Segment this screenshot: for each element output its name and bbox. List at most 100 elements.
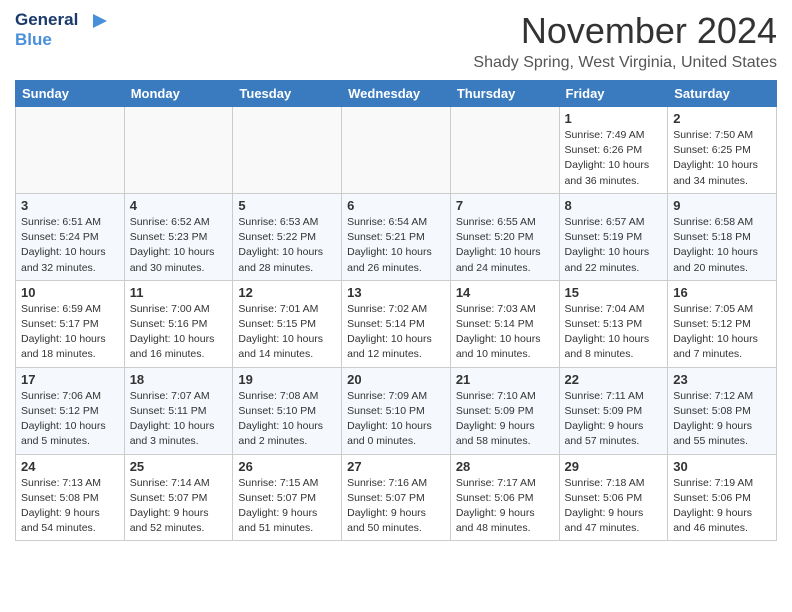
day-info: Sunrise: 7:00 AM Sunset: 5:16 PM Dayligh… — [130, 302, 228, 363]
calendar-day: 22 Sunrise: 7:11 AM Sunset: 5:09 PM Dayli… — [559, 367, 668, 454]
weekday-header-row: SundayMondayTuesdayWednesdayThursdayFrid… — [16, 81, 777, 107]
day-info: Sunrise: 7:01 AM Sunset: 5:15 PM Dayligh… — [238, 302, 336, 363]
day-number: 28 — [456, 459, 554, 474]
calendar-day: 17 Sunrise: 7:06 AM Sunset: 5:12 PM Dayli… — [16, 367, 125, 454]
day-number: 16 — [673, 285, 771, 300]
logo-line2: Blue — [15, 30, 107, 50]
day-number: 17 — [21, 372, 119, 387]
day-number: 27 — [347, 459, 445, 474]
logo: General Blue — [15, 10, 107, 51]
day-info: Sunrise: 7:02 AM Sunset: 5:14 PM Dayligh… — [347, 302, 445, 363]
calendar-day: 8Sunrise: 6:57 AM Sunset: 5:19 PM Daylig… — [559, 193, 668, 280]
day-number: 24 — [21, 459, 119, 474]
calendar-day: 20Sunrise: 7:09 AM Sunset: 5:10 PM Dayli… — [342, 367, 451, 454]
day-info: Sunrise: 6:55 AM Sunset: 5:20 PM Dayligh… — [456, 215, 554, 276]
day-info: Sunrise: 6:54 AM Sunset: 5:21 PM Dayligh… — [347, 215, 445, 276]
day-number: 11 — [130, 285, 228, 300]
day-number: 10 — [21, 285, 119, 300]
day-info: Sunrise: 7:19 AM Sunset: 5:06 PM Dayligh… — [673, 476, 771, 537]
day-info: Sunrise: 7:18 AM Sunset: 5:06 PM Dayligh… — [565, 476, 663, 537]
calendar-day: 2Sunrise: 7:50 AM Sunset: 6:25 PM Daylig… — [668, 107, 777, 194]
day-number: 20 — [347, 372, 445, 387]
logo-line1: General — [15, 10, 107, 30]
day-number: 4 — [130, 198, 228, 213]
calendar-day: 24 Sunrise: 7:13 AM Sunset: 5:08 PM Dayli… — [16, 454, 125, 541]
day-info: Sunrise: 7:06 AM Sunset: 5:12 PM Dayligh… — [21, 389, 119, 450]
day-number: 18 — [130, 372, 228, 387]
calendar-week-2: 3Sunrise: 6:51 AM Sunset: 5:24 PM Daylig… — [16, 193, 777, 280]
day-info: Sunrise: 6:58 AM Sunset: 5:18 PM Dayligh… — [673, 215, 771, 276]
day-number: 30 — [673, 459, 771, 474]
calendar-week-3: 10 Sunrise: 6:59 AM Sunset: 5:17 PM Dayli… — [16, 280, 777, 367]
title-section: November 2024 Shady Spring, West Virgini… — [473, 10, 777, 72]
calendar: SundayMondayTuesdayWednesdayThursdayFrid… — [15, 80, 777, 541]
calendar-body: 1Sunrise: 7:49 AM Sunset: 6:26 PM Daylig… — [16, 107, 777, 541]
day-info: Sunrise: 6:53 AM Sunset: 5:22 PM Dayligh… — [238, 215, 336, 276]
day-number: 22 — [565, 372, 663, 387]
day-info: Sunrise: 7:04 AM Sunset: 5:13 PM Dayligh… — [565, 302, 663, 363]
day-info: Sunrise: 7:50 AM Sunset: 6:25 PM Dayligh… — [673, 128, 771, 189]
calendar-day: 10 Sunrise: 6:59 AM Sunset: 5:17 PM Dayli… — [16, 280, 125, 367]
day-number: 26 — [238, 459, 336, 474]
calendar-header: SundayMondayTuesdayWednesdayThursdayFrid… — [16, 81, 777, 107]
calendar-day — [450, 107, 559, 194]
day-info: Sunrise: 7:08 AM Sunset: 5:10 PM Dayligh… — [238, 389, 336, 450]
calendar-day: 3Sunrise: 6:51 AM Sunset: 5:24 PM Daylig… — [16, 193, 125, 280]
page-container: General Blue November 2024 Shady Spring,… — [0, 0, 792, 551]
day-number: 1 — [565, 111, 663, 126]
day-number: 25 — [130, 459, 228, 474]
day-number: 19 — [238, 372, 336, 387]
day-number: 21 — [456, 372, 554, 387]
logo-text: General Blue — [15, 10, 107, 51]
calendar-day: 26 Sunrise: 7:15 AM Sunset: 5:07 PM Dayli… — [233, 454, 342, 541]
day-number: 23 — [673, 372, 771, 387]
day-info: Sunrise: 7:03 AM Sunset: 5:14 PM Dayligh… — [456, 302, 554, 363]
day-number: 9 — [673, 198, 771, 213]
day-info: Sunrise: 7:11 AM Sunset: 5:09 PM Dayligh… — [565, 389, 663, 450]
day-info: Sunrise: 6:59 AM Sunset: 5:17 PM Dayligh… — [21, 302, 119, 363]
calendar-day: 30 Sunrise: 7:19 AM Sunset: 5:06 PM Dayli… — [668, 454, 777, 541]
day-info: Sunrise: 7:15 AM Sunset: 5:07 PM Dayligh… — [238, 476, 336, 537]
calendar-day — [233, 107, 342, 194]
header: General Blue November 2024 Shady Spring,… — [15, 10, 777, 72]
day-info: Sunrise: 7:17 AM Sunset: 5:06 PM Dayligh… — [456, 476, 554, 537]
calendar-day: 28 Sunrise: 7:17 AM Sunset: 5:06 PM Dayli… — [450, 454, 559, 541]
calendar-day: 14 Sunrise: 7:03 AM Sunset: 5:14 PM Dayli… — [450, 280, 559, 367]
day-info: Sunrise: 7:10 AM Sunset: 5:09 PM Dayligh… — [456, 389, 554, 450]
day-number: 5 — [238, 198, 336, 213]
calendar-week-5: 24 Sunrise: 7:13 AM Sunset: 5:08 PM Dayli… — [16, 454, 777, 541]
day-info: Sunrise: 7:16 AM Sunset: 5:07 PM Dayligh… — [347, 476, 445, 537]
calendar-day — [124, 107, 233, 194]
calendar-day: 29Sunrise: 7:18 AM Sunset: 5:06 PM Dayli… — [559, 454, 668, 541]
calendar-day: 9 Sunrise: 6:58 AM Sunset: 5:18 PM Daylig… — [668, 193, 777, 280]
calendar-day: 12 Sunrise: 7:01 AM Sunset: 5:15 PM Dayli… — [233, 280, 342, 367]
calendar-week-4: 17 Sunrise: 7:06 AM Sunset: 5:12 PM Dayli… — [16, 367, 777, 454]
day-info: Sunrise: 7:05 AM Sunset: 5:12 PM Dayligh… — [673, 302, 771, 363]
day-number: 14 — [456, 285, 554, 300]
calendar-day: 13 Sunrise: 7:02 AM Sunset: 5:14 PM Dayli… — [342, 280, 451, 367]
calendar-day: 16 Sunrise: 7:05 AM Sunset: 5:12 PM Dayli… — [668, 280, 777, 367]
weekday-header-friday: Friday — [559, 81, 668, 107]
day-info: Sunrise: 7:13 AM Sunset: 5:08 PM Dayligh… — [21, 476, 119, 537]
weekday-header-thursday: Thursday — [450, 81, 559, 107]
weekday-header-monday: Monday — [124, 81, 233, 107]
weekday-header-tuesday: Tuesday — [233, 81, 342, 107]
calendar-day: 5 Sunrise: 6:53 AM Sunset: 5:22 PM Daylig… — [233, 193, 342, 280]
calendar-day: 11 Sunrise: 7:00 AM Sunset: 5:16 PM Dayli… — [124, 280, 233, 367]
day-info: Sunrise: 7:12 AM Sunset: 5:08 PM Dayligh… — [673, 389, 771, 450]
calendar-day: 25Sunrise: 7:14 AM Sunset: 5:07 PM Dayli… — [124, 454, 233, 541]
calendar-week-1: 1Sunrise: 7:49 AM Sunset: 6:26 PM Daylig… — [16, 107, 777, 194]
day-number: 12 — [238, 285, 336, 300]
calendar-day: 23 Sunrise: 7:12 AM Sunset: 5:08 PM Dayli… — [668, 367, 777, 454]
day-number: 15 — [565, 285, 663, 300]
location: Shady Spring, West Virginia, United Stat… — [473, 54, 777, 72]
day-number: 6 — [347, 198, 445, 213]
calendar-day — [342, 107, 451, 194]
day-info: Sunrise: 6:51 AM Sunset: 5:24 PM Dayligh… — [21, 215, 119, 276]
calendar-day: 27 Sunrise: 7:16 AM Sunset: 5:07 PM Dayli… — [342, 454, 451, 541]
calendar-day: 6 Sunrise: 6:54 AM Sunset: 5:21 PM Daylig… — [342, 193, 451, 280]
calendar-day: 18Sunrise: 7:07 AM Sunset: 5:11 PM Dayli… — [124, 367, 233, 454]
day-info: Sunrise: 6:57 AM Sunset: 5:19 PM Dayligh… — [565, 215, 663, 276]
day-number: 13 — [347, 285, 445, 300]
day-number: 7 — [456, 198, 554, 213]
